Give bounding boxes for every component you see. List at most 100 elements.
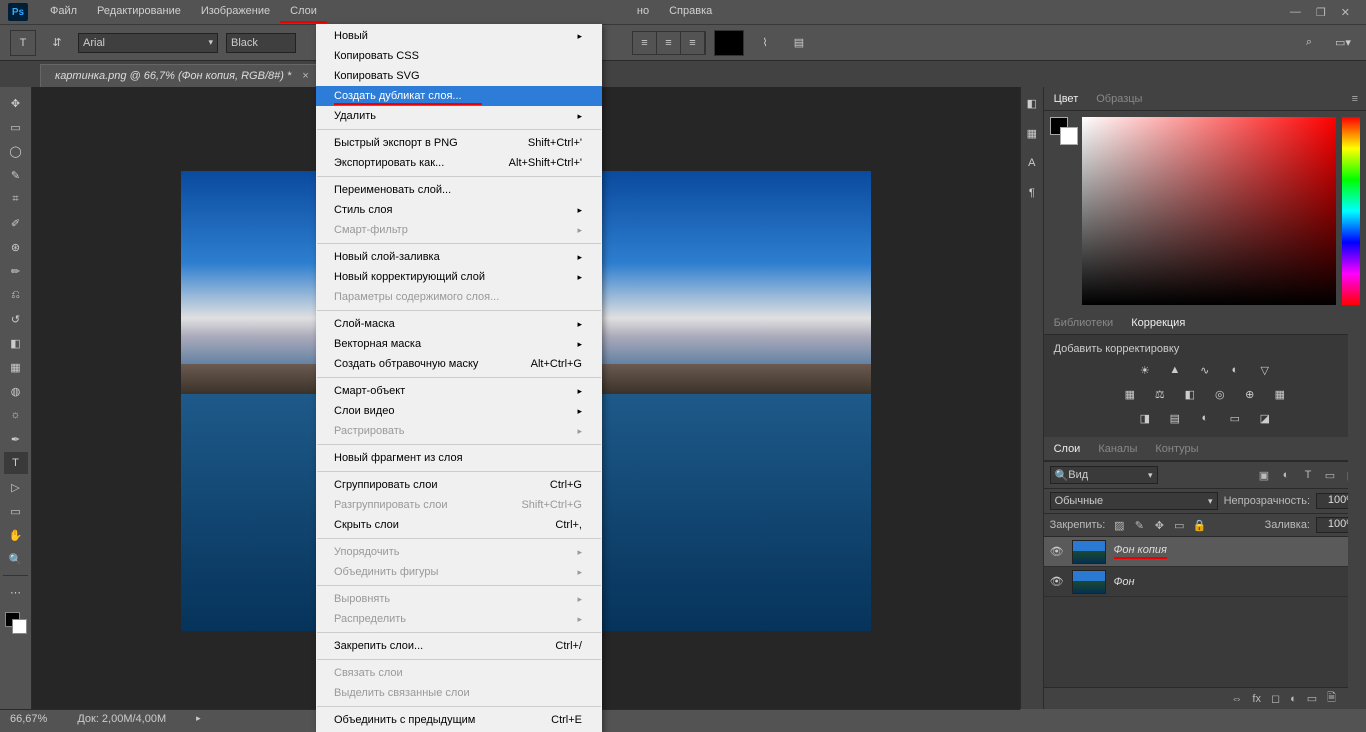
menu-item[interactable]: Новый корректирующий слой▸ bbox=[316, 267, 602, 287]
tab-color[interactable]: Цвет bbox=[1052, 89, 1081, 109]
menu-item[interactable]: Копировать SVG bbox=[316, 66, 602, 86]
color-field[interactable] bbox=[1082, 117, 1336, 305]
filter-pixel-icon[interactable]: ▣ bbox=[1256, 467, 1272, 483]
history-icon[interactable]: ◧ bbox=[1022, 93, 1042, 113]
layer-name[interactable]: Фон bbox=[1114, 576, 1135, 588]
character-panel-button[interactable]: ▤ bbox=[786, 30, 812, 56]
menu-редактирование[interactable]: Редактирование bbox=[87, 1, 191, 23]
lock-artboard-icon[interactable]: ▭ bbox=[1171, 517, 1187, 533]
menu-изображение[interactable]: Изображение bbox=[191, 1, 280, 23]
menu-item[interactable]: Смарт-объект▸ bbox=[316, 381, 602, 401]
layer-filter-kind-select[interactable]: 🔍 Вид ▾ bbox=[1050, 466, 1158, 484]
menu-слои[interactable]: Слои bbox=[280, 1, 327, 23]
tab-libraries[interactable]: Библиотеки bbox=[1052, 313, 1116, 333]
gradient-map-icon[interactable]: ▭ bbox=[1225, 409, 1245, 427]
font-color-select[interactable]: Black bbox=[226, 33, 296, 53]
document-size[interactable]: Док: 2,00M/4,00M bbox=[77, 713, 166, 725]
quick-select-tool[interactable]: ✎ bbox=[4, 164, 28, 186]
orientation-toggle[interactable]: ⇵ bbox=[44, 30, 70, 56]
tab-channels[interactable]: Каналы bbox=[1096, 439, 1139, 459]
exposure-icon[interactable]: ◐ bbox=[1225, 361, 1245, 379]
brush-tool[interactable]: ✏ bbox=[4, 260, 28, 282]
layer-row[interactable]: 👁Фон копия bbox=[1044, 537, 1366, 567]
clone-stamp-tool[interactable]: ⎌ bbox=[4, 284, 28, 306]
align-center-button[interactable]: ≡ bbox=[657, 32, 681, 54]
menu-но[interactable]: но bbox=[627, 1, 659, 23]
color-swatch-pair[interactable] bbox=[1050, 117, 1078, 145]
menu-файл[interactable]: Файл bbox=[40, 1, 87, 23]
close-button[interactable]: ✕ bbox=[1341, 6, 1350, 19]
menu-item[interactable]: Создать обтравочную маскуAlt+Ctrl+G bbox=[316, 354, 602, 374]
menu-item[interactable]: Новый слой-заливка▸ bbox=[316, 247, 602, 267]
lock-transparent-icon[interactable]: ▨ bbox=[1111, 517, 1127, 533]
zoom-tool[interactable]: 🔍 bbox=[4, 548, 28, 570]
threshold-icon[interactable]: ◐ bbox=[1195, 409, 1215, 427]
menu-item[interactable]: Стиль слоя▸ bbox=[316, 200, 602, 220]
align-left-button[interactable]: ≡ bbox=[633, 32, 657, 54]
link-layers-button[interactable]: ⇔ bbox=[1231, 693, 1242, 705]
lock-all-icon[interactable]: 🔒 bbox=[1191, 517, 1207, 533]
menu-item[interactable]: Скрыть слоиCtrl+, bbox=[316, 515, 602, 535]
hand-tool[interactable]: ✋ bbox=[4, 524, 28, 546]
menu-справка[interactable]: Справка bbox=[659, 1, 722, 23]
tab-paths[interactable]: Контуры bbox=[1153, 439, 1200, 459]
healing-brush-tool[interactable]: ⊛ bbox=[4, 236, 28, 258]
filter-shape-icon[interactable]: ▭ bbox=[1322, 467, 1338, 483]
blend-mode-select[interactable]: Обычные▾ bbox=[1050, 492, 1218, 510]
tab-layers[interactable]: Слои bbox=[1052, 439, 1083, 459]
marquee-tool[interactable]: ▭ bbox=[4, 116, 28, 138]
document-tab[interactable]: картинка.png @ 66,7% (Фон копия, RGB/8#)… bbox=[40, 64, 324, 87]
blur-tool[interactable]: ◍ bbox=[4, 380, 28, 402]
layer-fx-button[interactable]: fx bbox=[1252, 693, 1261, 705]
menu-item[interactable]: Слои видео▸ bbox=[316, 401, 602, 421]
layer-mask-button[interactable]: ◻ bbox=[1271, 692, 1280, 705]
menu-item[interactable]: Закрепить слои...Ctrl+/ bbox=[316, 636, 602, 656]
eraser-tool[interactable]: ◧ bbox=[4, 332, 28, 354]
hue-slider[interactable] bbox=[1342, 117, 1360, 305]
crop-tool[interactable]: ⌗ bbox=[4, 188, 28, 210]
status-menu-arrow[interactable]: ▸ bbox=[196, 713, 201, 724]
layer-visibility-toggle[interactable]: 👁 bbox=[1050, 545, 1064, 558]
zoom-level[interactable]: 66,67% bbox=[10, 713, 47, 725]
align-right-button[interactable]: ≡ bbox=[681, 32, 705, 54]
close-tab-button[interactable]: × bbox=[302, 70, 308, 82]
new-group-button[interactable]: ▭ bbox=[1307, 692, 1317, 705]
dodge-tool[interactable]: ☼ bbox=[4, 404, 28, 426]
menu-item[interactable]: Новый▸ bbox=[316, 26, 602, 46]
filter-adjust-icon[interactable]: ◐ bbox=[1278, 467, 1294, 483]
bw-icon[interactable]: ◧ bbox=[1180, 385, 1200, 403]
search-icon[interactable]: ⌕ bbox=[1296, 30, 1322, 56]
tab-correction[interactable]: Коррекция bbox=[1129, 313, 1187, 333]
tab-swatches[interactable]: Образцы bbox=[1094, 89, 1144, 109]
lasso-tool[interactable]: ◯ bbox=[4, 140, 28, 162]
lookup-icon[interactable]: ▦ bbox=[1270, 385, 1290, 403]
brightness-icon[interactable]: ☀ bbox=[1135, 361, 1155, 379]
menu-item[interactable]: Новый фрагмент из слоя bbox=[316, 448, 602, 468]
selective-color-icon[interactable]: ◪ bbox=[1255, 409, 1275, 427]
type-tool[interactable]: T bbox=[4, 452, 28, 474]
posterize-icon[interactable]: ▤ bbox=[1165, 409, 1185, 427]
menu-item[interactable]: Сгруппировать слоиCtrl+G bbox=[316, 475, 602, 495]
pen-tool[interactable]: ✒ bbox=[4, 428, 28, 450]
eyedropper-tool[interactable]: ✐ bbox=[4, 212, 28, 234]
balance-icon[interactable]: ⚖ bbox=[1150, 385, 1170, 403]
curves-icon[interactable]: ∿ bbox=[1195, 361, 1215, 379]
menu-item[interactable]: Создать дубликат слоя... bbox=[316, 86, 602, 106]
hue-icon[interactable]: ▦ bbox=[1120, 385, 1140, 403]
menu-item[interactable]: Векторная маска▸ bbox=[316, 334, 602, 354]
tool-preset-button[interactable]: T bbox=[10, 30, 36, 56]
lock-position-icon[interactable]: ✥ bbox=[1151, 517, 1167, 533]
menu-item[interactable]: Переименовать слой... bbox=[316, 180, 602, 200]
menu-item[interactable]: Экспортировать как...Alt+Shift+Ctrl+' bbox=[316, 153, 602, 173]
menu-item[interactable]: Быстрый экспорт в PNGShift+Ctrl+' bbox=[316, 133, 602, 153]
menu-item[interactable]: Удалить▸ bbox=[316, 106, 602, 126]
channel-mixer-icon[interactable]: ⊕ bbox=[1240, 385, 1260, 403]
layer-visibility-toggle[interactable]: 👁 bbox=[1050, 575, 1064, 588]
filter-type-icon[interactable]: T bbox=[1300, 467, 1316, 483]
photo-filter-icon[interactable]: ◎ bbox=[1210, 385, 1230, 403]
edit-toolbar-button[interactable]: ⋯ bbox=[4, 581, 28, 603]
lock-image-icon[interactable]: ✎ bbox=[1131, 517, 1147, 533]
menu-item[interactable]: Объединить с предыдущимCtrl+E bbox=[316, 710, 602, 730]
maximize-button[interactable]: ❐ bbox=[1316, 6, 1326, 19]
font-family-select[interactable]: Arial▾ bbox=[78, 33, 218, 53]
